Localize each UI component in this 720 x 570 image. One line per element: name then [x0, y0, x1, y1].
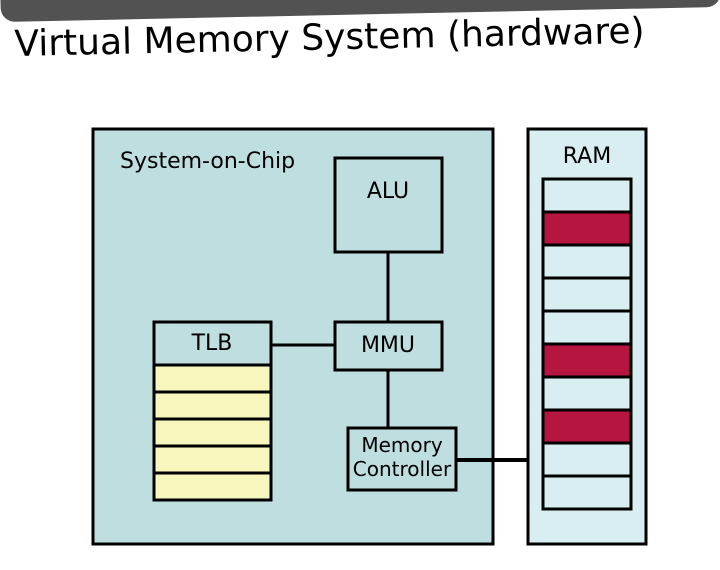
ram-label: RAM — [563, 144, 611, 169]
tlb-label: TLB — [191, 331, 233, 356]
alu-box: ALU — [335, 158, 442, 252]
ram-row — [543, 311, 631, 344]
memctrl-box: Memory Controller — [348, 428, 456, 490]
ram-row — [543, 476, 631, 509]
ram-box: RAM — [528, 129, 646, 544]
ram-rows — [543, 179, 631, 509]
ram-row — [543, 212, 631, 245]
memctrl-label-2: Controller — [353, 457, 452, 481]
ram-row — [543, 443, 631, 476]
diagram-stage: System-on-Chip ALU TLB MMU Memory — [0, 0, 720, 570]
mmu-label: MMU — [361, 333, 415, 358]
diagram-svg: System-on-Chip ALU TLB MMU Memory — [0, 0, 720, 570]
ram-row — [543, 278, 631, 311]
tlb-row — [154, 392, 271, 419]
ram-row — [543, 377, 631, 410]
mmu-box: MMU — [335, 322, 442, 370]
tlb-row — [154, 446, 271, 473]
alu-label: ALU — [367, 179, 409, 204]
tlb-box: TLB — [154, 322, 271, 500]
tlb-row — [154, 419, 271, 446]
ram-row — [543, 245, 631, 278]
slide: Virtual Memory System (hardware) System-… — [0, 0, 720, 570]
ram-row — [543, 344, 631, 377]
ram-row — [543, 410, 631, 443]
ram-row — [543, 179, 631, 212]
tlb-rows — [154, 365, 271, 500]
soc-label: System-on-Chip — [120, 149, 295, 174]
tlb-row — [154, 473, 271, 500]
tlb-row — [154, 365, 271, 392]
memctrl-label-1: Memory — [361, 433, 443, 457]
